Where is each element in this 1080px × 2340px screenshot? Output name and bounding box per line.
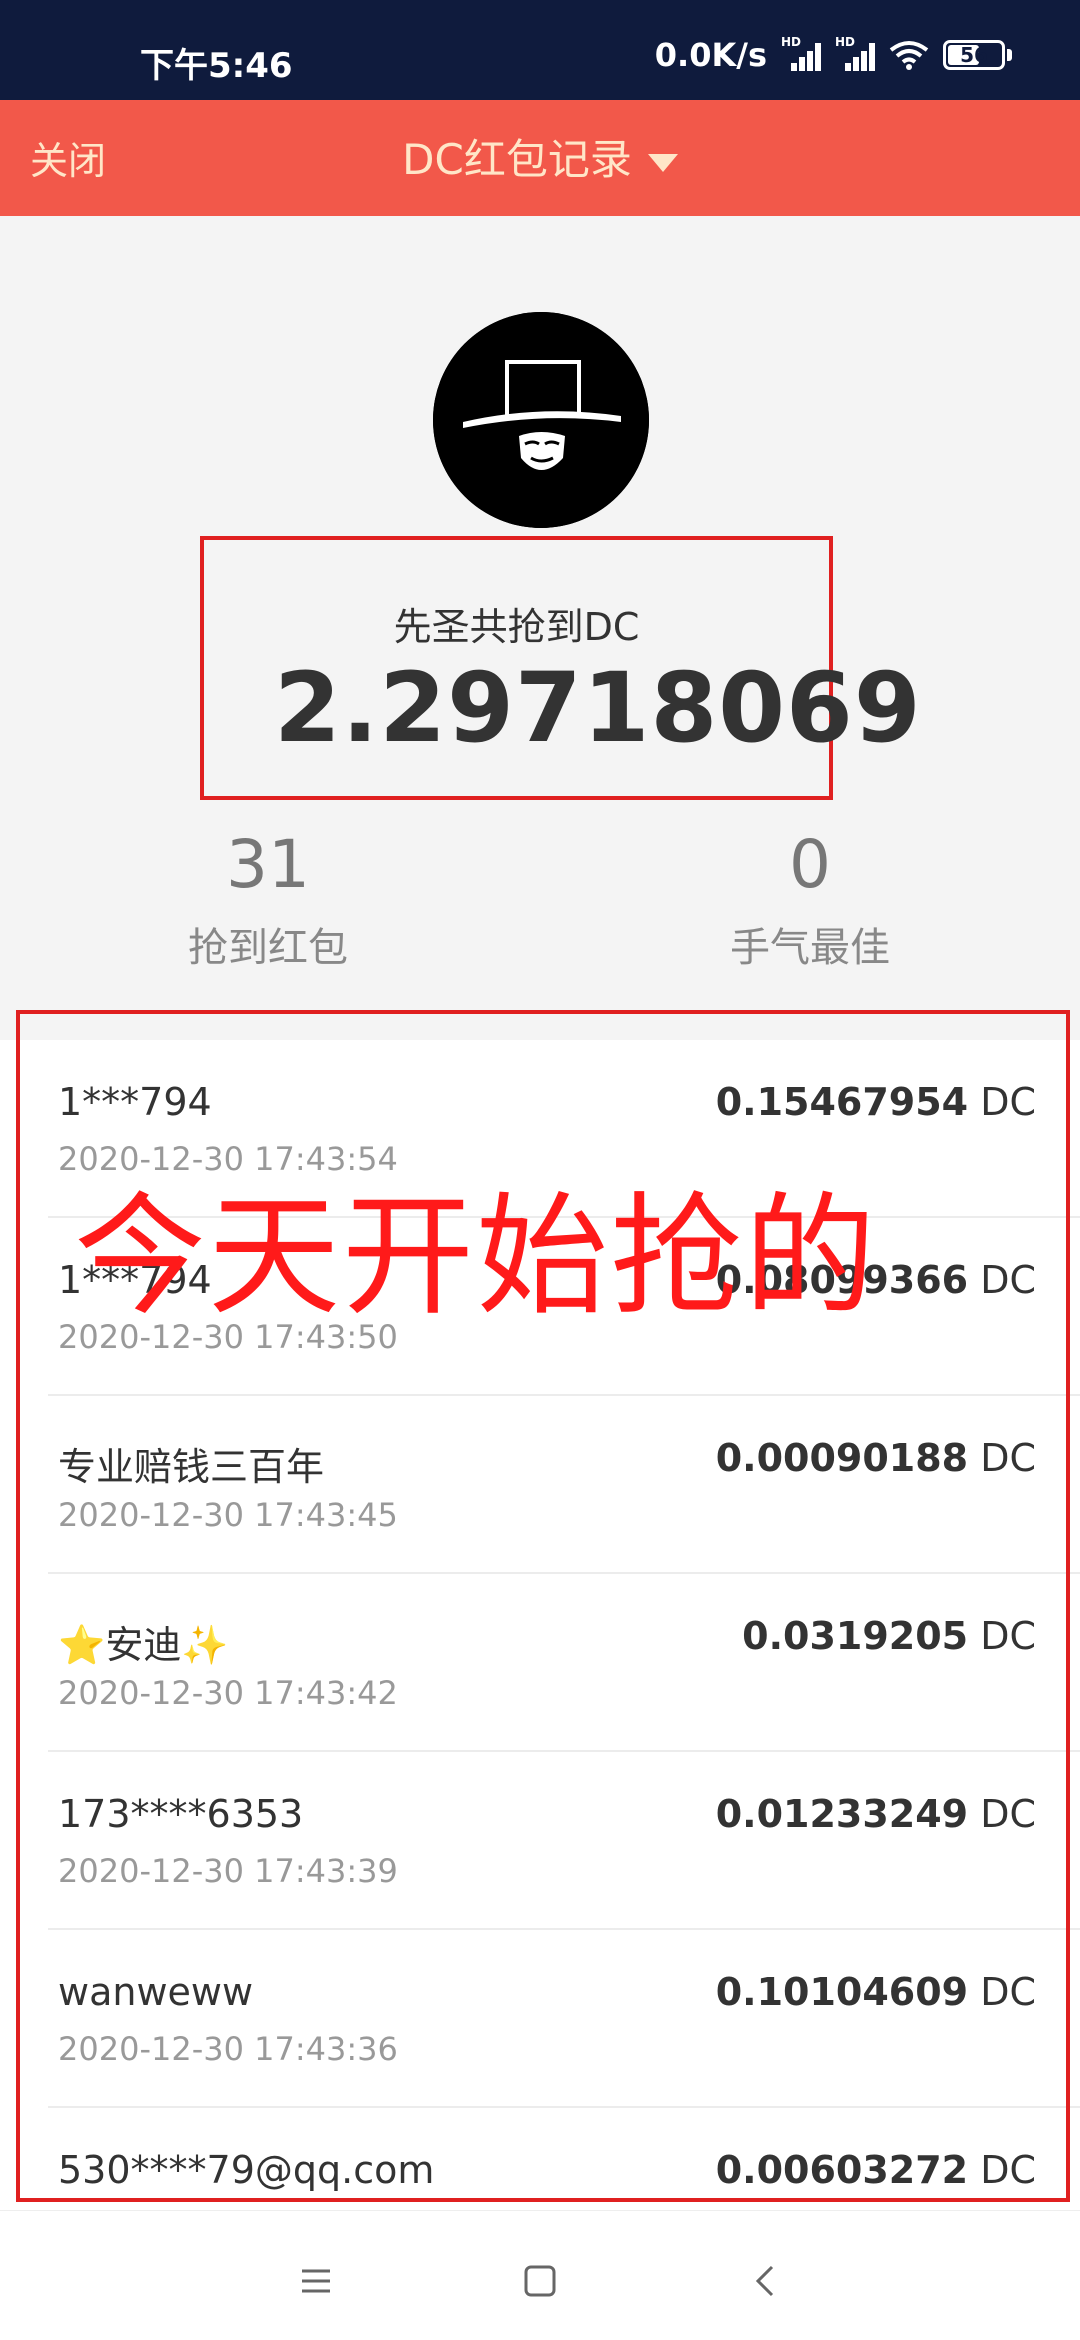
record-time: 2020-12-30 17:43:45 [58,1496,398,1534]
summary-amount: 2.29718069 [274,652,922,764]
list-item[interactable]: 1***794 2020-12-30 17:43:54 0.15467954 D… [0,1040,1080,1218]
record-amount: 0.01233249 DC [715,1792,1036,1836]
record-name: 专业赔钱三百年 [58,1445,325,1489]
list-item[interactable]: 173****6353 2020-12-30 17:43:39 0.012332… [0,1752,1080,1930]
record-name: 1***794 [58,1080,212,1124]
page-title: DC红包记录 [402,135,632,184]
list-item[interactable]: ⭐安迪✨ 2020-12-30 17:43:42 0.0319205 DC [0,1574,1080,1752]
best-label: 手气最佳 [730,925,890,971]
record-time: 2020-12-30 17:43:39 [58,1852,398,1890]
home-icon[interactable] [510,2251,570,2311]
battery-icon: 56 [943,40,1012,70]
record-time: 2020-12-30 17:43:54 [58,1140,398,1178]
back-icon[interactable] [736,2251,796,2311]
record-time: 2020-12-30 17:43:42 [58,1674,398,1712]
stat-best: 0 手气最佳 [660,826,960,973]
record-amount: 0.00090188 DC [715,1436,1036,1480]
network-speed: 0.0K/s [654,36,767,74]
record-name: 1***794 [58,1258,212,1302]
guy-fawkes-mask-icon [433,312,649,528]
signal-1-icon: HD [781,35,821,71]
list-item[interactable]: 专业赔钱三百年 2020-12-30 17:43:45 0.00090188 D… [0,1396,1080,1574]
stat-grabbed: 31 抢到红包 [118,826,418,973]
record-name: ⭐安迪✨ [58,1623,229,1667]
status-time: 下午5:46 [140,46,293,86]
record-name: 173****6353 [58,1792,304,1836]
caret-down-icon [647,153,678,172]
record-amount: 0.0319205 DC [742,1614,1036,1658]
avatar [433,312,649,528]
signal-2-icon: HD [835,35,875,71]
record-amount: 0.00603272 DC [715,2148,1036,2192]
status-bar: 下午5:46 0.0K/s HD HD 56 [0,0,1080,100]
record-amount: 0.15467954 DC [715,1080,1036,1124]
record-time: 2020-12-30 17:43:50 [58,1318,398,1356]
summary-label: 先圣共抢到DC [393,605,640,649]
title-dropdown[interactable]: DC红包记录 [0,126,1080,187]
record-name: wanweww [58,1970,254,2014]
grabbed-count: 31 [226,826,310,903]
app-header: 关闭 DC红包记录 [0,100,1080,216]
best-count: 0 [789,826,831,903]
record-time: 2020-12-30 17:43:36 [58,2030,398,2068]
list-item[interactable]: 1***794 2020-12-30 17:43:50 0.08099366 D… [0,1218,1080,1396]
summary-highlight-box: 先圣共抢到DC 2.29718069 [200,536,921,800]
menu-icon[interactable] [286,2251,346,2311]
status-icons: 0.0K/s HD HD 56 [654,35,1012,74]
record-amount: 0.08099366 DC [715,1258,1036,1302]
grabbed-label: 抢到红包 [188,925,348,971]
battery-level: 56 [960,43,988,67]
records-list[interactable]: 1***794 2020-12-30 17:43:54 0.15467954 D… [0,1040,1080,2210]
system-nav-bar [0,2210,1080,2340]
list-item[interactable]: wanweww 2020-12-30 17:43:36 0.10104609 D… [0,1930,1080,2108]
wifi-icon [889,41,929,70]
record-name: 530****79@qq.com [58,2148,435,2192]
list-item[interactable]: 530****79@qq.com 0.00603272 DC [0,2108,1080,2210]
record-amount: 0.10104609 DC [715,1970,1036,2014]
